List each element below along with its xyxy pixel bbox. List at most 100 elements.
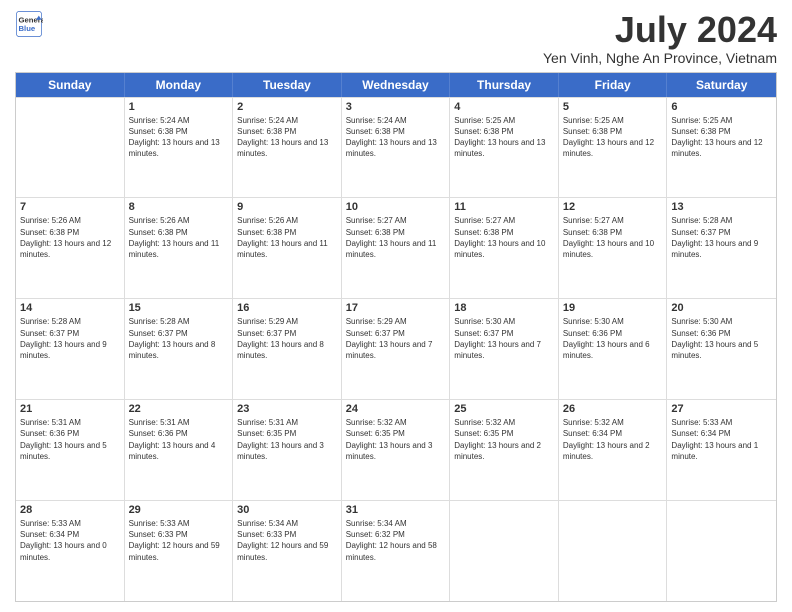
cal-cell: 21 Sunrise: 5:31 AMSunset: 6:36 PMDayligh…: [16, 400, 125, 500]
day-number: 27: [671, 403, 772, 415]
cell-info: Sunrise: 5:25 AMSunset: 6:38 PMDaylight:…: [454, 115, 554, 160]
cal-cell: 24Sunrise: 5:32 AMSunset: 6:35 PMDayligh…: [342, 400, 451, 500]
cell-info: Sunrise: 5:33 AMSunset: 6:34 PMDaylight:…: [20, 518, 120, 563]
cal-cell: [559, 501, 668, 601]
day-number: 14: [20, 302, 120, 314]
cell-info: Sunrise: 5:28 AMSunset: 6:37 PMDaylight:…: [20, 316, 120, 361]
week-row-2: 7 Sunrise: 5:26 AMSunset: 6:38 PMDaylight…: [16, 197, 776, 298]
day-number: 19: [563, 302, 663, 314]
cell-info: Sunrise: 5:24 AMSunset: 6:38 PMDaylight:…: [129, 115, 229, 160]
cell-info: Sunrise: 5:28 AMSunset: 6:37 PMDaylight:…: [671, 215, 772, 260]
cal-cell: 19 Sunrise: 5:30 AMSunset: 6:36 PMDayligh…: [559, 299, 668, 399]
header: General Blue July 2024 Yen Vinh, Nghe An…: [15, 10, 777, 66]
week-row-3: 14 Sunrise: 5:28 AMSunset: 6:37 PMDayligh…: [16, 298, 776, 399]
cal-cell: [16, 98, 125, 198]
day-number: 11: [454, 201, 554, 213]
calendar-header: SundayMondayTuesdayWednesdayThursdayFrid…: [16, 73, 776, 97]
cal-cell: 14 Sunrise: 5:28 AMSunset: 6:37 PMDayligh…: [16, 299, 125, 399]
cell-info: Sunrise: 5:26 AMSunset: 6:38 PMDaylight:…: [129, 215, 229, 260]
cell-info: Sunrise: 5:32 AMSunset: 6:35 PMDaylight:…: [346, 417, 446, 462]
cell-info: Sunrise: 5:34 AMSunset: 6:32 PMDaylight:…: [346, 518, 446, 563]
day-number: 30: [237, 504, 337, 516]
cal-cell: 9Sunrise: 5:26 AMSunset: 6:38 PMDaylight…: [233, 198, 342, 298]
cell-info: Sunrise: 5:31 AMSunset: 6:36 PMDaylight:…: [129, 417, 229, 462]
cal-cell: 3Sunrise: 5:24 AMSunset: 6:38 PMDaylight…: [342, 98, 451, 198]
day-header-thursday: Thursday: [450, 73, 559, 97]
cal-cell: 7 Sunrise: 5:26 AMSunset: 6:38 PMDaylight…: [16, 198, 125, 298]
cell-info: Sunrise: 5:32 AMSunset: 6:34 PMDaylight:…: [563, 417, 663, 462]
cal-cell: 18 Sunrise: 5:30 AMSunset: 6:37 PMDayligh…: [450, 299, 559, 399]
day-header-wednesday: Wednesday: [342, 73, 451, 97]
day-number: 13: [671, 201, 772, 213]
cell-info: Sunrise: 5:27 AMSunset: 6:38 PMDaylight:…: [346, 215, 446, 260]
cal-cell: 16 Sunrise: 5:29 AMSunset: 6:37 PMDayligh…: [233, 299, 342, 399]
cal-cell: 1 Sunrise: 5:24 AMSunset: 6:38 PMDaylight…: [125, 98, 234, 198]
cal-cell: 6 Sunrise: 5:25 AMSunset: 6:38 PMDaylight…: [667, 98, 776, 198]
cell-info: Sunrise: 5:24 AMSunset: 6:38 PMDaylight:…: [237, 115, 337, 160]
cal-cell: 17 Sunrise: 5:29 AMSunset: 6:37 PMDayligh…: [342, 299, 451, 399]
cal-cell: [450, 501, 559, 601]
day-header-sunday: Sunday: [16, 73, 125, 97]
cell-info: Sunrise: 5:30 AMSunset: 6:36 PMDaylight:…: [563, 316, 663, 361]
cell-info: Sunrise: 5:27 AMSunset: 6:38 PMDaylight:…: [563, 215, 663, 260]
day-number: 12: [563, 201, 663, 213]
day-header-friday: Friday: [559, 73, 668, 97]
cell-info: Sunrise: 5:33 AMSunset: 6:33 PMDaylight:…: [129, 518, 229, 563]
week-row-1: 1 Sunrise: 5:24 AMSunset: 6:38 PMDaylight…: [16, 97, 776, 198]
day-number: 6: [671, 101, 772, 113]
week-row-4: 21 Sunrise: 5:31 AMSunset: 6:36 PMDayligh…: [16, 399, 776, 500]
day-header-tuesday: Tuesday: [233, 73, 342, 97]
cal-cell: 10 Sunrise: 5:27 AMSunset: 6:38 PMDayligh…: [342, 198, 451, 298]
cell-info: Sunrise: 5:31 AMSunset: 6:36 PMDaylight:…: [20, 417, 120, 462]
cell-info: Sunrise: 5:30 AMSunset: 6:37 PMDaylight:…: [454, 316, 554, 361]
cell-info: Sunrise: 5:29 AMSunset: 6:37 PMDaylight:…: [237, 316, 337, 361]
calendar: SundayMondayTuesdayWednesdayThursdayFrid…: [15, 72, 777, 602]
day-number: 4: [454, 101, 554, 113]
cell-info: Sunrise: 5:33 AMSunset: 6:34 PMDaylight:…: [671, 417, 772, 462]
cal-cell: 31Sunrise: 5:34 AMSunset: 6:32 PMDayligh…: [342, 501, 451, 601]
logo-icon: General Blue: [15, 10, 43, 38]
cell-info: Sunrise: 5:25 AMSunset: 6:38 PMDaylight:…: [563, 115, 663, 160]
cal-cell: 2 Sunrise: 5:24 AMSunset: 6:38 PMDaylight…: [233, 98, 342, 198]
day-number: 8: [129, 201, 229, 213]
day-number: 29: [129, 504, 229, 516]
main-title: July 2024: [543, 10, 777, 50]
cell-info: Sunrise: 5:31 AMSunset: 6:35 PMDaylight:…: [237, 417, 337, 462]
cell-info: Sunrise: 5:25 AMSunset: 6:38 PMDaylight:…: [671, 115, 772, 160]
cell-info: Sunrise: 5:29 AMSunset: 6:37 PMDaylight:…: [346, 316, 446, 361]
subtitle: Yen Vinh, Nghe An Province, Vietnam: [543, 50, 777, 66]
day-number: 7: [20, 201, 120, 213]
day-number: 16: [237, 302, 337, 314]
cal-cell: 8 Sunrise: 5:26 AMSunset: 6:38 PMDaylight…: [125, 198, 234, 298]
cal-cell: 26Sunrise: 5:32 AMSunset: 6:34 PMDayligh…: [559, 400, 668, 500]
week-row-5: 28 Sunrise: 5:33 AMSunset: 6:34 PMDayligh…: [16, 500, 776, 601]
cell-info: Sunrise: 5:27 AMSunset: 6:38 PMDaylight:…: [454, 215, 554, 260]
cal-cell: 27 Sunrise: 5:33 AMSunset: 6:34 PMDayligh…: [667, 400, 776, 500]
day-number: 25: [454, 403, 554, 415]
day-number: 20: [671, 302, 772, 314]
day-number: 17: [346, 302, 446, 314]
day-number: 5: [563, 101, 663, 113]
cell-info: Sunrise: 5:26 AMSunset: 6:38 PMDaylight:…: [20, 215, 120, 260]
svg-text:Blue: Blue: [19, 24, 36, 33]
calendar-body: 1 Sunrise: 5:24 AMSunset: 6:38 PMDaylight…: [16, 97, 776, 601]
cell-info: Sunrise: 5:28 AMSunset: 6:37 PMDaylight:…: [129, 316, 229, 361]
page: General Blue July 2024 Yen Vinh, Nghe An…: [0, 0, 792, 612]
day-number: 18: [454, 302, 554, 314]
day-number: 28: [20, 504, 120, 516]
cell-info: Sunrise: 5:26 AMSunset: 6:38 PMDaylight:…: [237, 215, 337, 260]
day-number: 2: [237, 101, 337, 113]
day-number: 21: [20, 403, 120, 415]
cell-info: Sunrise: 5:32 AMSunset: 6:35 PMDaylight:…: [454, 417, 554, 462]
day-number: 22: [129, 403, 229, 415]
day-number: 10: [346, 201, 446, 213]
cal-cell: 22 Sunrise: 5:31 AMSunset: 6:36 PMDayligh…: [125, 400, 234, 500]
cal-cell: 13 Sunrise: 5:28 AMSunset: 6:37 PMDayligh…: [667, 198, 776, 298]
cal-cell: 11 Sunrise: 5:27 AMSunset: 6:38 PMDayligh…: [450, 198, 559, 298]
day-number: 3: [346, 101, 446, 113]
day-number: 1: [129, 101, 229, 113]
day-number: 23: [237, 403, 337, 415]
cal-cell: 15Sunrise: 5:28 AMSunset: 6:37 PMDayligh…: [125, 299, 234, 399]
cal-cell: 20Sunrise: 5:30 AMSunset: 6:36 PMDayligh…: [667, 299, 776, 399]
cal-cell: [667, 501, 776, 601]
